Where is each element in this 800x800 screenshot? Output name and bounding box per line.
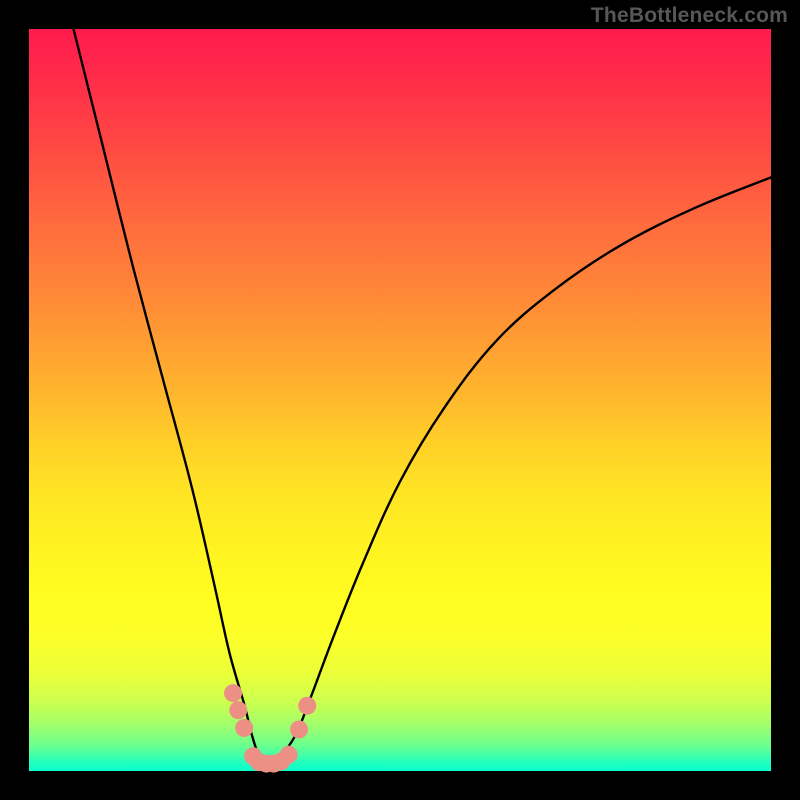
highlight-dot: [290, 720, 308, 738]
highlight-dot: [280, 746, 298, 764]
curve-layer: [29, 29, 771, 771]
bottleneck-curve-path: [74, 29, 771, 765]
chart-frame: TheBottleneck.com: [0, 0, 800, 800]
highlight-dot: [298, 697, 316, 715]
attribution-label: TheBottleneck.com: [591, 4, 788, 28]
plot-area: [29, 29, 771, 771]
highlight-dot: [235, 719, 253, 737]
highlight-dot: [229, 701, 247, 719]
highlight-dot: [224, 684, 242, 702]
marker-group: [224, 684, 316, 772]
